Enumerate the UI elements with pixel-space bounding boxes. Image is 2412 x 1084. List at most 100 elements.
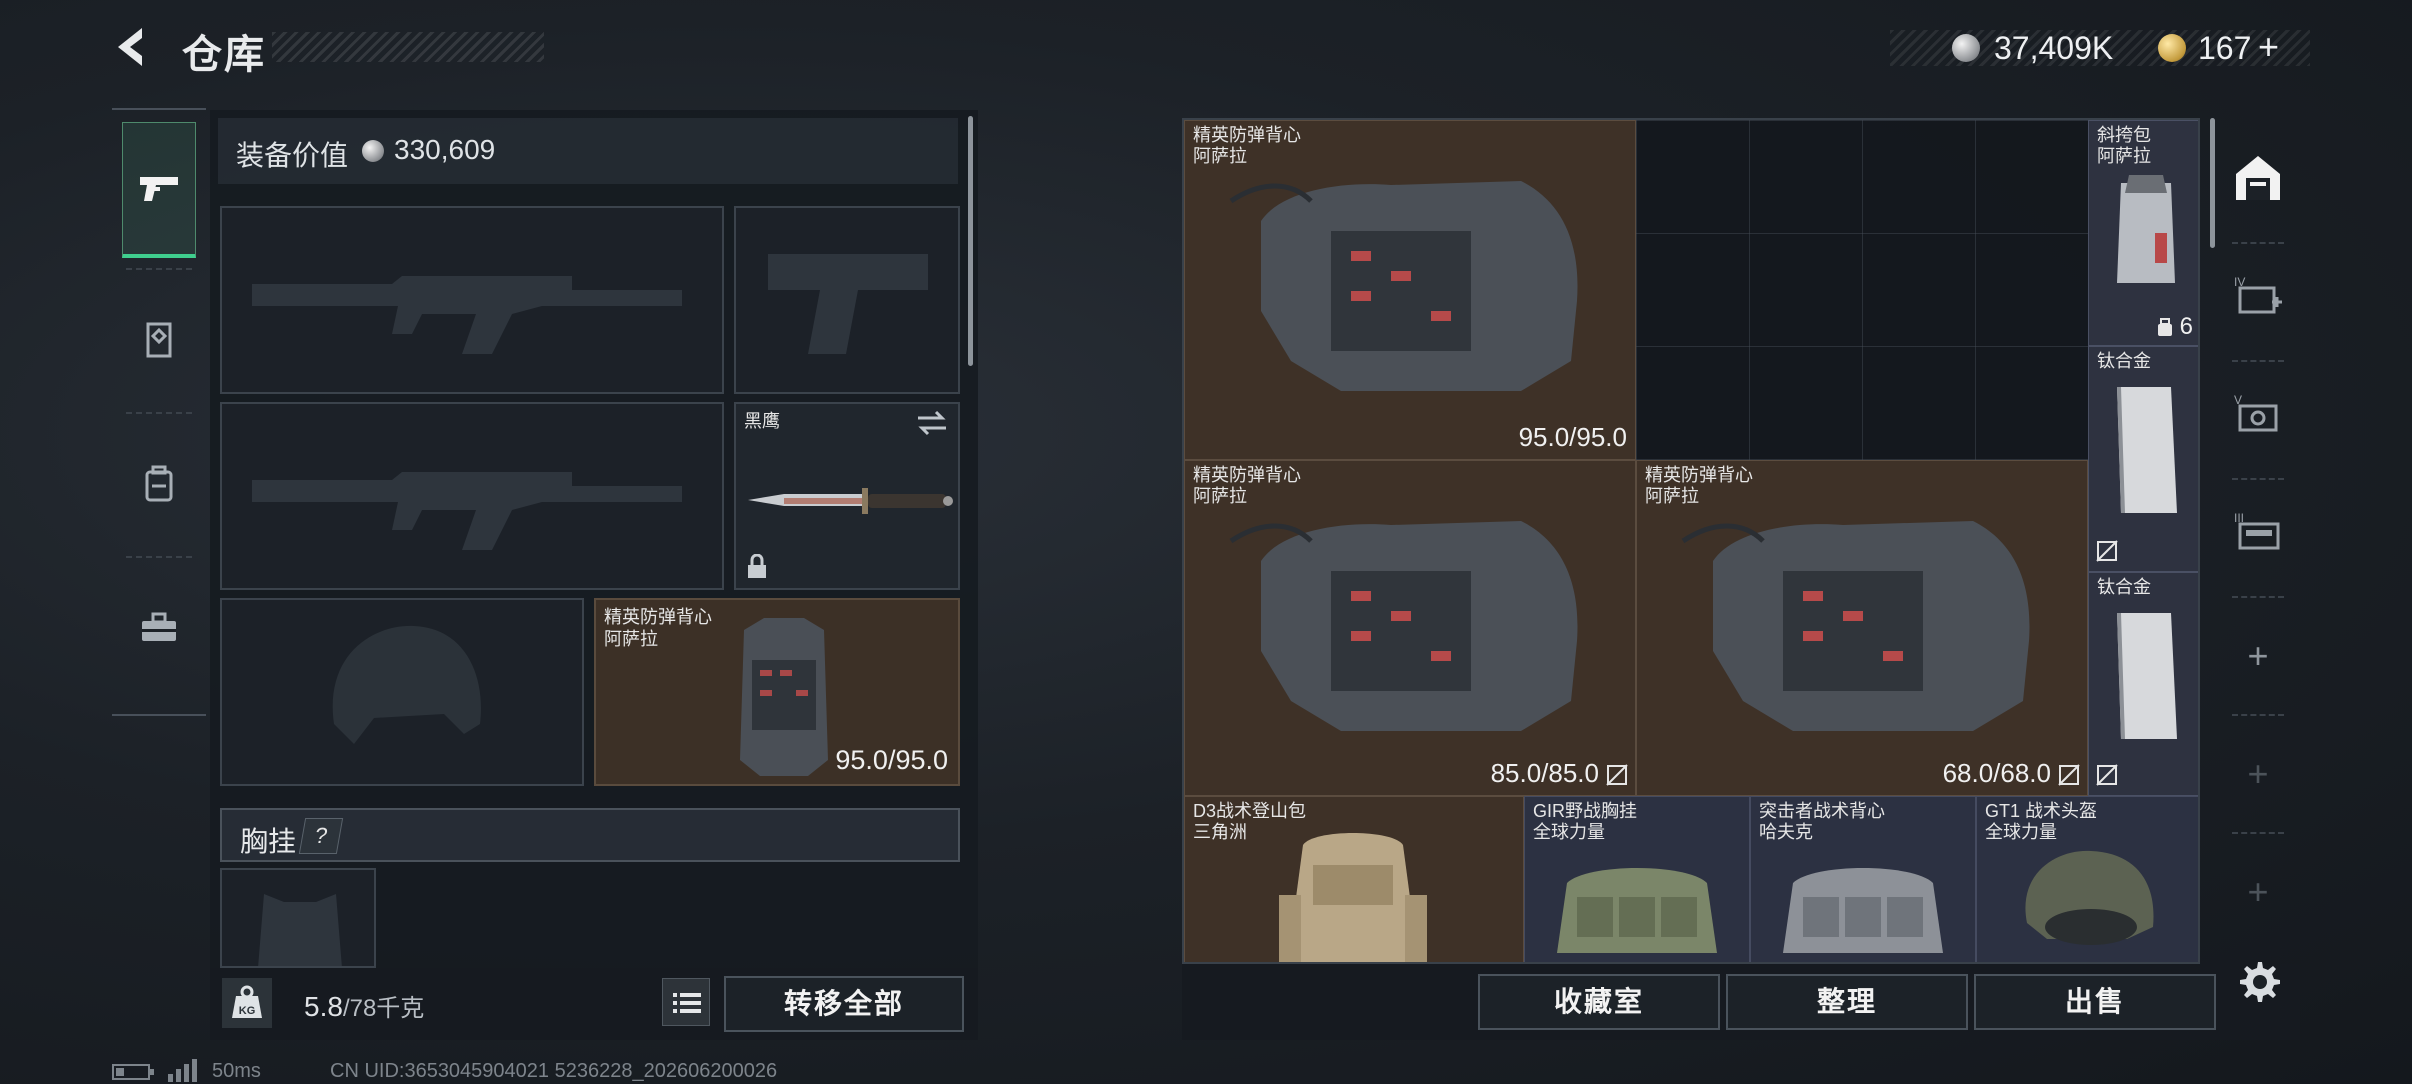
carry-weight-max: /78千克 [342,995,425,1022]
weight-icon-text: KG [239,1005,256,1017]
transfer-all-button[interactable]: 转移全部 [724,976,964,1032]
item-name: 精英防弹背心 [1193,125,1301,145]
rail-tab-warehouse[interactable] [2228,148,2288,208]
armor-brand: 阿萨拉 [604,629,658,649]
armor-vest-icon [740,618,828,776]
add-storage-tab-button[interactable]: + [2228,744,2288,804]
secondary-weapon-slot[interactable] [220,402,724,590]
storage-scrollbar[interactable] [2210,118,2215,248]
rail-tab-armor[interactable] [122,272,196,408]
item-durability: 85.0/85.0 [1490,758,1599,788]
organize-button[interactable]: 整理 [1726,974,1968,1030]
backpack-icon [145,465,173,502]
equipment-value-row: 装备价值 330,609 [218,118,958,184]
gold-coin-icon [2158,34,2186,62]
storage-item-sling-bag[interactable]: 斜挎包 阿萨拉 6 [2088,120,2198,346]
titanium-plate-icon [2117,387,2177,513]
silver-balance: 37,409K [1994,30,2114,66]
storage-grid[interactable]: 精英防弹背心 阿萨拉 95.0/95.0 精英防弹背心 阿萨拉 85.0/85.… [1182,118,2200,964]
armor-name: 精英防弹背心 [604,607,712,627]
item-name: 精英防弹背心 [1193,465,1301,485]
tactical-vest-icon [1783,868,1943,953]
storage-item-vest[interactable]: 精英防弹背心 阿萨拉 68.0/68.0 [1636,460,2088,796]
list-view-button[interactable] [662,978,710,1026]
chest-rig-icon [1557,868,1717,953]
item-name: GT1 战术头盔 [1985,801,2098,821]
equipment-value-label: 装备价值 [236,140,349,171]
item-capacity: 6 [2179,313,2193,340]
carry-weight-current: 5.8 [304,991,343,1022]
rail-tab-valuables[interactable]: V [2228,382,2288,442]
toolbox-icon [142,612,176,641]
storage-item-tactical-vest[interactable]: 突击者战术背心 哈夫克 [1750,796,1976,962]
rail-tab-backpack[interactable] [122,416,196,552]
gold-balance: 167 [2198,30,2252,66]
item-name: 钛合金 [2097,351,2151,371]
storage-item-helmet[interactable]: GT1 战术头盔 全球力量 [1976,796,2198,962]
signal-icon [168,1059,197,1082]
add-currency-button[interactable]: + [2258,26,2279,68]
storage-item-vest[interactable]: 精英防弹背心 阿萨拉 95.0/95.0 [1184,120,1636,460]
equipment-value-amount: 330,609 [394,134,496,165]
sling-bag-icon [2117,175,2175,283]
storage-item-titanium[interactable]: 钛合金 [2088,572,2198,796]
storage-item-backpack[interactable]: D3战术登山包 三角洲 [1184,796,1524,962]
user-uid: CN UID:3653045904021 5236228_20260620002… [330,1060,778,1082]
silver-coin-icon [362,140,384,162]
melee-slot[interactable]: 黑鹰 [734,402,960,590]
collection-room-button[interactable]: 收藏室 [1478,974,1720,1030]
titanium-plate-icon [2117,613,2177,739]
silver-coin-icon [1952,34,1980,62]
item-durability: 95.0/95.0 [1518,422,1627,452]
item-brand: 哈夫克 [1759,822,1813,842]
pistol-icon [140,176,178,201]
helmet-slot[interactable] [220,598,584,786]
item-name: 斜挎包 [2097,125,2151,145]
rail-tab-ammo[interactable]: III [2228,500,2288,560]
title-decoration [272,32,544,62]
storage-item-chest-rig[interactable]: GIR野战胸挂 全球力量 [1524,796,1750,962]
armor-vest-icon [1229,181,1578,391]
help-button[interactable]: ? [298,818,344,854]
backpack-icon [1279,833,1427,962]
capacity-icon [2158,318,2172,336]
no-repair-icon [2058,764,2080,786]
rail-tab-weapons[interactable] [122,122,196,258]
item-name: D3战术登山包 [1193,801,1307,821]
ammo-icon: III [2234,511,2280,550]
warehouse-icon [2236,156,2280,200]
rifle-silhouette-icon [252,472,682,550]
storage-item-vest[interactable]: 精英防弹背心 阿萨拉 85.0/85.0 [1184,460,1636,796]
chest-rig-silhouette-icon [258,894,342,966]
primary-weapon-slot[interactable] [220,206,724,394]
equipment-scrollbar[interactable] [968,116,973,366]
armor-slot[interactable]: 精英防弹背心 阿萨拉 95.0/95.0 [594,598,960,786]
no-repair-icon [1606,764,1628,786]
item-name: GIR野战胸挂 [1533,801,1638,821]
carry-weight: 5.8/78千克 [304,988,424,1023]
medical-kit-icon: IV [2234,275,2282,314]
add-storage-tab-button[interactable]: + [2228,626,2288,686]
item-name: 精英防弹背心 [1645,465,1753,485]
storage-item-titanium[interactable]: 钛合金 [2088,346,2198,572]
sidearm-slot[interactable] [734,206,960,394]
armor-plate-icon [146,322,172,358]
armor-durability: 95.0/95.0 [835,745,948,775]
chest-rig-label: 胸挂 [240,826,297,857]
sell-button[interactable]: 出售 [1974,974,2216,1030]
armor-vest-icon [1681,521,2030,731]
rail-tab-tools[interactable] [122,560,196,696]
item-name: 突击者战术背心 [1759,801,1885,821]
back-arrow-icon[interactable] [108,22,158,72]
armor-vest-icon [1229,521,1578,731]
settings-gear-icon[interactable] [2236,958,2280,1002]
ping-readout: 50ms [212,1060,261,1082]
no-repair-icon [2096,540,2118,562]
rail-tab-medical[interactable]: IV [2228,264,2288,324]
chest-rig-slot[interactable] [220,868,376,968]
add-storage-tab-button[interactable]: + [2228,862,2288,922]
item-brand: 全球力量 [1533,822,1605,842]
item-brand: 全球力量 [1985,822,2057,842]
swap-icon[interactable] [916,410,948,436]
storage-category-rail: IV V III + + + [2218,118,2298,964]
